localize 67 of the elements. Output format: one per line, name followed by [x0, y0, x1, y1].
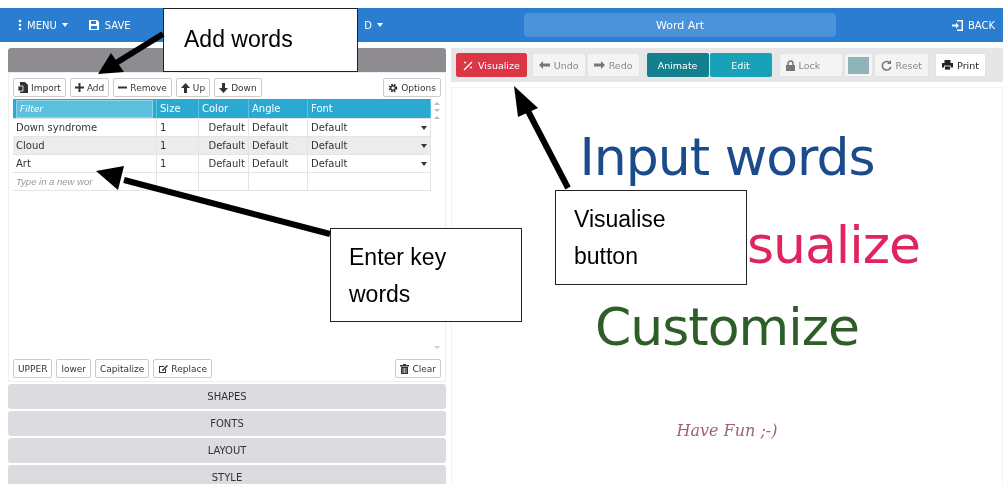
clear-button[interactable]: Clear — [395, 359, 441, 378]
canvas-word: sualize — [746, 219, 920, 271]
callout-box: Add words — [163, 8, 358, 72]
table-cell: 1 — [157, 119, 199, 136]
toolbar-button[interactable]: Import — [13, 78, 66, 97]
exit-icon — [951, 19, 963, 31]
table-cell: Default — [199, 137, 249, 154]
table-cell: Down syndrome — [13, 119, 157, 136]
document-title: Word Art — [524, 13, 836, 37]
section-header[interactable]: STYLE — [8, 465, 446, 484]
document-icon — [18, 82, 28, 93]
text-case-button[interactable]: Capitalize — [95, 359, 150, 378]
table-cell: Default — [199, 155, 249, 172]
menu-button[interactable]: D — [358, 17, 389, 33]
toolbar-button[interactable]: Add — [69, 78, 110, 97]
arrow-icon — [593, 61, 605, 69]
edit-icon — [158, 363, 169, 374]
save-button[interactable]: SAVE — [81, 17, 137, 33]
mode-tab[interactable]: Animate — [646, 53, 709, 77]
filter-field[interactable]: Filter — [16, 99, 153, 118]
back-button[interactable]: BACK — [945, 17, 995, 33]
text-case-button[interactable]: UPPER — [13, 359, 53, 378]
plus-icon — [74, 83, 84, 92]
column-header: Font — [308, 99, 431, 118]
table-cell: Default — [249, 119, 308, 136]
table-cell: 1 — [157, 137, 199, 154]
trash-icon — [400, 363, 410, 374]
column-header: Color — [199, 99, 249, 118]
table-cell: Default — [249, 155, 308, 172]
section-header[interactable]: LAYOUT — [8, 438, 446, 463]
canvas-word: Have Fun ;-) — [676, 423, 778, 439]
visualize-button[interactable]: Visualize — [456, 53, 527, 77]
gear-icon — [388, 82, 399, 93]
table-cell: Cloud — [13, 137, 157, 154]
column-header: Size — [157, 99, 199, 118]
table-cell: 1 — [157, 155, 199, 172]
pointer-arrow — [98, 31, 165, 74]
down-arrow-icon — [219, 82, 229, 93]
menu-button[interactable]: MENU — [12, 17, 74, 33]
table-cell: Default — [249, 137, 308, 154]
dropdown[interactable]: Default — [308, 137, 431, 154]
dropdown[interactable]: Default — [308, 155, 431, 172]
callout-box: Enter key words — [330, 228, 522, 322]
menu-icon — [18, 19, 22, 31]
up-arrow-icon — [180, 82, 190, 93]
section-header[interactable]: SHAPES — [8, 384, 446, 409]
refresh-icon — [880, 59, 892, 71]
dropdown[interactable]: Default — [308, 119, 431, 136]
print-button[interactable]: Print — [935, 53, 986, 77]
printer-icon — [942, 60, 954, 70]
new-word-field[interactable]: Type in a new wor — [16, 176, 153, 187]
column-header: Angle — [249, 99, 308, 118]
canvas-word: Customize — [595, 301, 859, 353]
toolbar-button[interactable]: Down — [214, 78, 262, 97]
toolbar-button[interactable]: Up — [175, 78, 211, 97]
section-header[interactable]: FONTS — [8, 411, 446, 436]
table-cell: Default — [199, 119, 249, 136]
text-case-button[interactable]: Replace — [153, 359, 212, 378]
text-case-button[interactable]: lower — [56, 359, 91, 378]
toolbar-button[interactable]: Remove — [113, 78, 172, 97]
arrow-icon — [538, 61, 550, 69]
callout-box: Visualise button — [555, 190, 747, 285]
lock-icon — [785, 59, 795, 71]
scroll-arrow-icon[interactable] — [434, 346, 440, 349]
save-icon — [87, 19, 100, 31]
options-button[interactable]: Options — [383, 78, 441, 97]
magic-wand-icon — [463, 59, 474, 71]
